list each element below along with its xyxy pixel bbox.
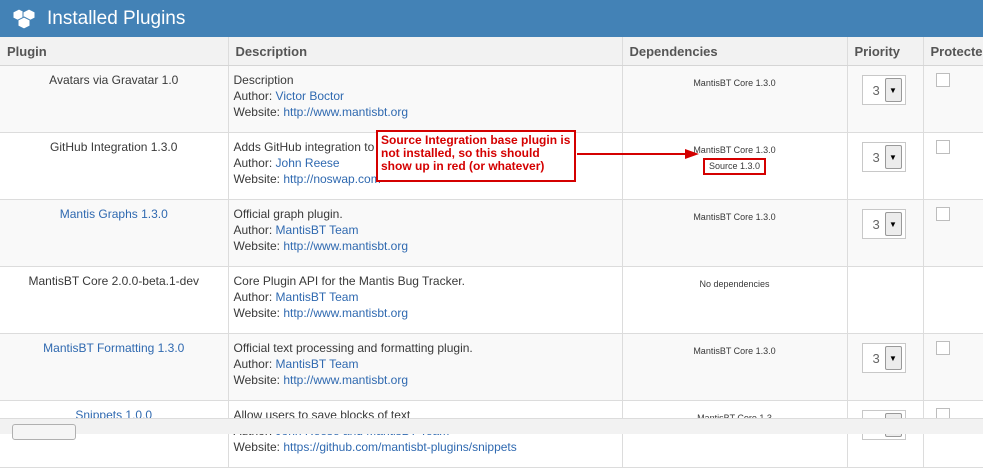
- plugin-name-link[interactable]: MantisBT Formatting 1.3.0: [43, 341, 184, 355]
- author-link[interactable]: John Reese: [276, 156, 340, 170]
- chevron-down-icon: ▼: [884, 145, 902, 169]
- column-header-priority[interactable]: Priority: [847, 37, 924, 66]
- protected-cell: [923, 266, 983, 334]
- chevron-down-icon: ▼: [884, 346, 902, 370]
- footer-button[interactable]: [12, 424, 76, 440]
- priority-cell: 3▼: [847, 65, 924, 133]
- priority-select[interactable]: 3▼: [861, 343, 906, 373]
- plugin-description: Description: [233, 73, 294, 87]
- plugin-description: Core Plugin API for the Mantis Bug Track…: [233, 274, 465, 288]
- description-cell: Description Author: Victor Boctor Website:…: [228, 65, 623, 133]
- website-link[interactable]: http://www.mantisbt.org: [283, 239, 408, 253]
- dependencies-cell: No dependencies: [622, 266, 848, 334]
- plugin-cell: MantisBT Core 2.0.0-beta.1-dev: [0, 266, 229, 334]
- priority-select[interactable]: 3▼: [861, 75, 906, 105]
- dependencies-cell: MantisBT Core 1.3.0: [622, 333, 848, 401]
- priority-cell: 3▼: [847, 333, 924, 401]
- dependencies-cell: MantisBT Core 1.3.0: [622, 199, 848, 267]
- dependencies-cell: MantisBT Core 1.3: [622, 400, 848, 468]
- dependency-item: MantisBT Core 1.3.0: [693, 78, 776, 88]
- website-label: Website:: [233, 440, 280, 454]
- priority-cell: 3▼: [847, 199, 924, 267]
- plugin-description: Official text processing and formatting …: [233, 341, 473, 355]
- author-label: Author:: [233, 290, 273, 304]
- priority-cell: [847, 266, 924, 334]
- website-link[interactable]: https://github.com/mantisbt-plugins/snip…: [283, 440, 516, 454]
- table-row: Avatars via Gravatar 1.0 Description Autho…: [0, 65, 983, 133]
- chevron-down-icon: ▼: [884, 78, 902, 102]
- dependency-item: MantisBT Core 1.3.0: [693, 212, 776, 222]
- priority-cell: 3▼: [847, 132, 924, 200]
- website-link[interactable]: http://noswap.com: [283, 172, 380, 186]
- cubes-icon: [12, 7, 36, 30]
- author-label: Author:: [233, 223, 273, 237]
- chevron-down-icon: ▼: [884, 212, 902, 236]
- protected-checkbox[interactable]: [935, 140, 950, 154]
- protected-cell: [923, 132, 983, 200]
- protected-cell: [923, 65, 983, 133]
- description-cell: Allow users to save blocks of textAuthor…: [228, 400, 623, 468]
- dependency-item: No dependencies: [699, 279, 770, 289]
- dependency-item: MantisBT Core 1.3.0: [693, 145, 776, 155]
- plugin-name-link[interactable]: Mantis Graphs 1.3.0: [60, 207, 168, 221]
- plugin-cell: GitHub Integration 1.3.0: [0, 132, 229, 200]
- section-header: Installed Plugins: [0, 0, 983, 37]
- author-link[interactable]: Victor Boctor: [276, 89, 344, 103]
- website-link[interactable]: http://www.mantisbt.org: [283, 306, 408, 320]
- column-header-protected[interactable]: Protected: [923, 37, 983, 66]
- website-label: Website:: [233, 306, 280, 320]
- column-header-description[interactable]: Description: [228, 37, 623, 66]
- column-header-dependencies[interactable]: Dependencies: [622, 37, 848, 66]
- plugin-cell: Avatars via Gravatar 1.0: [0, 65, 229, 133]
- protected-checkbox[interactable]: [935, 341, 950, 355]
- author-label: Author:: [233, 357, 273, 371]
- dependencies-cell: MantisBT Core 1.3.0: [622, 65, 848, 133]
- author-label: Author:: [233, 156, 273, 170]
- table-row: Snippets 1.0.0 Allow users to save blocks…: [0, 400, 983, 468]
- dependencies-cell: MantisBT Core 1.3.0 Source 1.3.0: [622, 132, 848, 200]
- plugin-name: GitHub Integration 1.3.0: [50, 140, 178, 154]
- author-link[interactable]: MantisBT Team: [276, 223, 359, 237]
- plugin-name: MantisBT Core 2.0.0-beta.1-dev: [28, 274, 200, 288]
- plugin-description: Official graph plugin.: [233, 207, 343, 221]
- protected-checkbox[interactable]: [935, 73, 950, 87]
- website-label: Website:: [233, 105, 280, 119]
- author-link[interactable]: MantisBT Team: [276, 290, 359, 304]
- website-label: Website:: [233, 373, 280, 387]
- description-cell: Official graph plugin. Author: MantisBT T…: [228, 199, 623, 267]
- protected-cell: [923, 333, 983, 401]
- plugin-cell: MantisBT Formatting 1.3.0: [0, 333, 229, 401]
- protected-cell: [923, 199, 983, 267]
- priority-cell: 3▼: [847, 400, 924, 468]
- table-row: Mantis Graphs 1.3.0 Official graph plugin…: [0, 199, 983, 267]
- table-header-row: Plugin Description Dependencies Priority…: [0, 37, 983, 66]
- website-label: Website:: [233, 239, 280, 253]
- protected-cell: [923, 400, 983, 468]
- plugin-cell: Mantis Graphs 1.3.0: [0, 199, 229, 267]
- plugin-name: Avatars via Gravatar 1.0: [49, 73, 179, 87]
- plugins-table: Plugin Description Dependencies Priority…: [0, 37, 983, 468]
- website-label: Website:: [233, 172, 280, 186]
- table-row: MantisBT Core 2.0.0-beta.1-dev Core Plugi…: [0, 266, 983, 334]
- annotation-arrow: [577, 149, 699, 159]
- author-label: Author:: [233, 89, 273, 103]
- page-title: Installed Plugins: [47, 7, 186, 29]
- table-row: MantisBT Formatting 1.3.0 Official text p…: [0, 333, 983, 401]
- description-cell: Official text processing and formatting …: [228, 333, 623, 401]
- description-cell: Core Plugin API for the Mantis Bug Track…: [228, 266, 623, 334]
- website-link[interactable]: http://www.mantisbt.org: [283, 373, 408, 387]
- annotation-callout: Source Integration base plugin is not in…: [376, 130, 576, 182]
- dependency-item: MantisBT Core 1.3.0: [693, 346, 776, 356]
- table-footer: [0, 418, 983, 434]
- priority-select[interactable]: 3▼: [861, 209, 906, 239]
- author-link[interactable]: MantisBT Team: [276, 357, 359, 371]
- protected-checkbox[interactable]: [935, 207, 950, 221]
- priority-select[interactable]: 3▼: [861, 142, 906, 172]
- dependency-item: Source 1.3.0: [702, 158, 767, 175]
- website-link[interactable]: http://www.mantisbt.org: [283, 105, 408, 119]
- column-header-plugin[interactable]: Plugin: [0, 37, 229, 66]
